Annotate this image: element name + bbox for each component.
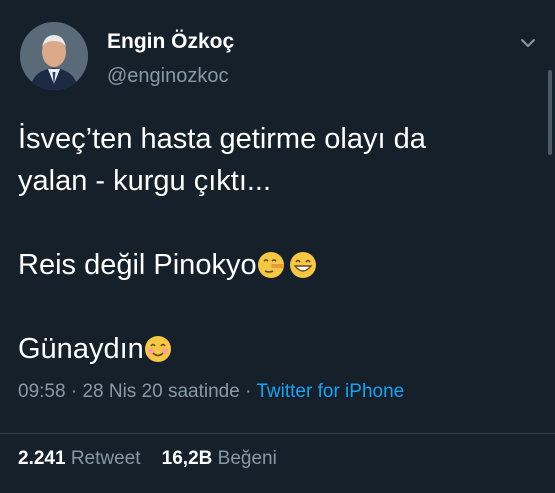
avatar[interactable] [20,22,88,90]
tweet-time: 09:58 [18,381,66,402]
source-link[interactable]: Twitter for iPhone [256,381,404,402]
like-count[interactable]: 16,2B [162,448,213,469]
tweet-card: Engin Özkoç @enginozkoc İsveç’ten hasta … [0,0,555,493]
retweet-label[interactable]: Retweet [71,448,141,469]
tweet-date: 28 Nis 20 saatinde [82,381,240,402]
like-label[interactable]: Beğeni [218,448,277,469]
tweet-meta: 09:58 · 28 Nis 20 saatinde · Twitter for… [18,381,404,403]
retweet-count[interactable]: 2.241 [18,448,66,469]
chevron-down-icon[interactable] [518,36,538,50]
smiling-face-blush-emoji [144,336,171,362]
lying-face-emoji [257,252,284,278]
tweet-line: yalan - kurgu çıktı... [18,165,272,197]
separator: · [239,381,257,402]
display-name[interactable]: Engin Özkoç [107,30,234,54]
tweet-line-text: Reis değil Pinokyo [18,249,257,281]
scrollbar[interactable] [548,70,552,155]
grinning-face-emoji [289,252,316,278]
separator: · [65,381,83,402]
tweet-line: İsveç’ten hasta getirme olayı da [18,123,426,155]
tweet-stats: 2.241 Retweet 16,2B Beğeni [18,448,277,470]
tweet-line-text: Günaydın [18,333,144,365]
avatar-photo [20,22,88,90]
tweet-text: İsveç’ten hasta getirme olayı da yalan -… [18,118,538,370]
tweet-line-emoji: Reis değil Pinokyo [18,244,538,286]
username-handle[interactable]: @enginozkoc [107,65,228,88]
divider [0,433,555,434]
tweet-line-emoji: Günaydın [18,328,538,370]
